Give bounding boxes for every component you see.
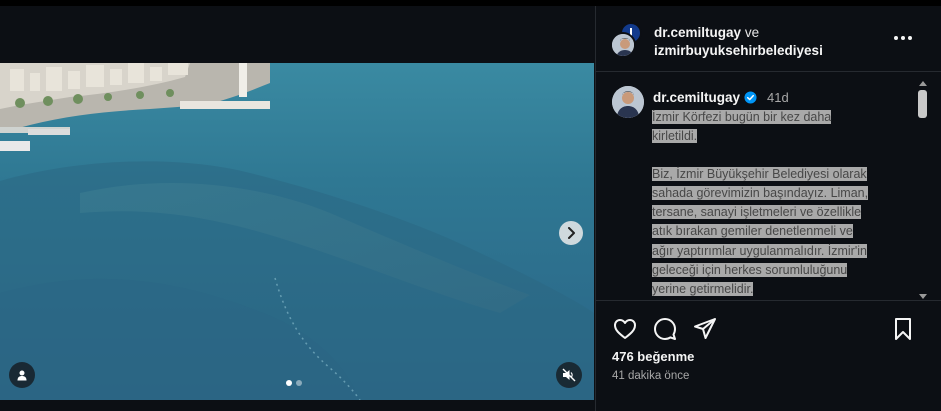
comment-icon (654, 318, 676, 340)
caption-paragraph-break (652, 146, 897, 165)
caption-line: Biz, İzmir Büyükşehir Belediyesi olarak (652, 167, 867, 182)
verified-badge-icon (744, 91, 757, 104)
like-count[interactable]: 476 beğenme (612, 349, 694, 364)
header-username-1[interactable]: dr.cemiltugay (654, 25, 741, 40)
post-header: dr.cemiltugay ve izmirbuyuksehirbelediye… (596, 6, 941, 72)
post-modal: dr.cemiltugay ve izmirbuyuksehirbelediye… (0, 6, 941, 411)
scrollbar-thumb[interactable] (918, 90, 927, 118)
caption-line: atık bırakan gemiler denetlenmeli ve (652, 224, 853, 239)
person-icon (17, 370, 27, 381)
comment-time: 41d (767, 90, 789, 105)
caption-line: sahada görevimizin başındayız. Liman, (652, 186, 869, 201)
comments-area: dr.cemiltugay 41d İzmir Körfezi bugün bi… (596, 73, 941, 301)
carousel-indicator (286, 380, 302, 386)
comments-scrollbar[interactable] (918, 81, 928, 299)
post-timestamp[interactable]: 41 dakika önce (612, 370, 689, 382)
paper-plane-icon (694, 318, 716, 339)
bookmark-icon (895, 318, 911, 340)
post-caption: İzmir Körfezi bugün bir kez daha kirleti… (652, 108, 897, 299)
next-photo-button[interactable] (559, 221, 583, 245)
header-username-2[interactable]: izmirbuyuksehirbelediyesi (654, 43, 823, 58)
comment-avatar[interactable] (612, 86, 644, 118)
caption-line: ağır yaptırımlar uygulanmalıdır. İzmir'i… (652, 243, 867, 258)
caption-line: tersane, sanayi işletmeleri ve özellikle (652, 205, 862, 220)
comment-username[interactable]: dr.cemiltugay (653, 90, 740, 105)
comment-header: dr.cemiltugay 41d (653, 90, 789, 105)
caption-line: geleceği için herkes sorumluluğunu (652, 262, 848, 277)
mute-audio-button[interactable] (556, 362, 582, 388)
post-media (0, 6, 594, 411)
post-photo (0, 63, 594, 400)
caption-line: İzmir Körfezi bugün bir kez daha (652, 110, 832, 124)
carousel-dot-active (286, 380, 292, 386)
heart-icon (614, 319, 636, 339)
tagged-users-button[interactable] (9, 362, 35, 388)
avatar-dr-cemiltugay (610, 32, 636, 58)
comment-button[interactable] (652, 316, 678, 342)
caption-line: yerine getirmelidir. (652, 281, 754, 296)
chevron-right-icon (568, 227, 575, 239)
scroll-up-arrow-icon[interactable] (919, 81, 927, 86)
like-button[interactable] (612, 316, 638, 342)
post-header-usernames: dr.cemiltugay ve izmirbuyuksehirbelediye… (654, 24, 823, 60)
post-actions (596, 314, 941, 344)
collab-avatars[interactable] (610, 22, 644, 58)
more-options-button[interactable] (894, 32, 914, 44)
speaker-muted-icon (562, 368, 576, 382)
caption-line: kirletildi. (652, 129, 698, 144)
scroll-down-arrow-icon[interactable] (919, 294, 927, 299)
share-button[interactable] (692, 316, 718, 342)
save-button[interactable] (890, 316, 916, 342)
carousel-dot (296, 380, 302, 386)
post-side-panel: dr.cemiltugay ve izmirbuyuksehirbelediye… (595, 6, 941, 411)
more-horizontal-icon (894, 36, 898, 40)
header-joiner: ve (744, 25, 760, 40)
